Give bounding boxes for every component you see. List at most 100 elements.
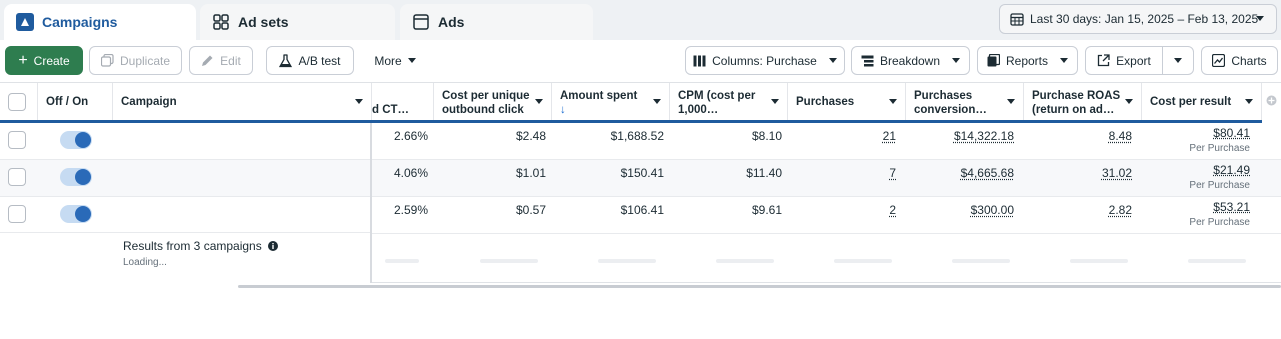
results-summary: Results from 3 campaigns: [123, 239, 279, 253]
roas-cell[interactable]: 8.48: [1024, 123, 1132, 160]
table-row-frozen[interactable]: [0, 160, 370, 197]
toggle-knob: [75, 132, 91, 148]
chevron-down-icon: [1060, 58, 1069, 63]
header-ctr-label: d CT…: [372, 104, 410, 116]
loading-skeleton: [385, 259, 419, 263]
loading-skeleton: [1188, 259, 1246, 263]
cost-per-result-value[interactable]: $80.41: [1142, 126, 1250, 140]
more-button[interactable]: More: [362, 46, 428, 75]
chevron-down-icon: [1256, 16, 1264, 21]
sort-descending-icon: ↓: [560, 104, 566, 116]
header-purchases-label: Purchases: [796, 96, 855, 108]
purchases-cell[interactable]: 21: [788, 123, 896, 160]
header-campaign-label: Campaign: [121, 96, 177, 108]
chevron-down-icon: [355, 99, 363, 104]
columns-button[interactable]: Columns: Purchase: [685, 46, 845, 75]
loading-skeleton: [834, 259, 892, 263]
loading-skeleton: [716, 259, 774, 263]
tab-ad-sets[interactable]: Ad sets: [200, 4, 395, 40]
tab-campaigns[interactable]: Campaigns: [4, 4, 196, 40]
horizontal-scrollbar[interactable]: [238, 285, 1281, 288]
export-label: Export: [1116, 53, 1151, 68]
row-checkbox[interactable]: [8, 205, 26, 223]
conversion-value-cell[interactable]: $4,665.68: [906, 160, 1014, 197]
export-button[interactable]: Export: [1085, 46, 1163, 75]
cost-per-result-cell: $80.41 Per Purchase: [1142, 123, 1250, 160]
header-conv-line1: Purchases: [914, 90, 973, 102]
header-roas-line2: (return on ad…: [1032, 104, 1115, 116]
amount-spent-cell: $106.41: [620, 203, 664, 217]
cost-unique-cell: $1.01: [515, 166, 546, 180]
header-purchases-conversion-value[interactable]: Purchases conversion…: [906, 83, 1024, 121]
edit-button[interactable]: Edit: [189, 46, 253, 75]
ad-icon: [412, 13, 430, 31]
plus-circle-icon: [1266, 95, 1277, 106]
purchases-cell[interactable]: 2: [788, 197, 896, 234]
header-ctr[interactable]: d CT…: [372, 83, 434, 121]
header-cost-unique-line1: Cost per unique: [442, 90, 530, 102]
header-purchase-roas[interactable]: Purchase ROAS (return on ad…: [1024, 83, 1142, 121]
header-amount-spent[interactable]: Amount spent ↓: [552, 83, 670, 121]
ab-test-label: A/B test: [298, 53, 341, 68]
select-all-checkbox[interactable]: [8, 93, 26, 111]
cost-per-result-cell: $21.49 Per Purchase: [1142, 160, 1250, 197]
header-cost-per-result[interactable]: Cost per result: [1142, 83, 1262, 121]
header-cpm[interactable]: CPM (cost per 1,000…: [670, 83, 788, 121]
chevron-down-icon: [889, 99, 897, 104]
campaign-toggle[interactable]: [60, 205, 92, 223]
flask-icon: [279, 53, 293, 67]
breakdown-button[interactable]: Breakdown: [851, 46, 970, 75]
amount-spent-cell: $150.41: [620, 166, 664, 180]
tab-ads[interactable]: Ads: [400, 4, 593, 40]
campaign-toggle[interactable]: [60, 131, 92, 149]
table-row-frozen[interactable]: [0, 123, 370, 160]
conversion-value-cell[interactable]: $300.00: [906, 197, 1014, 234]
info-icon[interactable]: [268, 241, 279, 251]
duplicate-button[interactable]: Duplicate: [89, 46, 182, 75]
row-checkbox[interactable]: [8, 131, 26, 149]
toolbar: + Create Duplicate Edit A/B test More Co…: [0, 40, 1281, 82]
ab-test-button[interactable]: A/B test: [266, 46, 354, 75]
reports-icon: [987, 54, 1000, 67]
add-column-button[interactable]: [1262, 83, 1281, 121]
reports-button[interactable]: Reports: [977, 46, 1078, 75]
loading-skeleton: [1070, 259, 1128, 263]
cpm-cell: $8.10: [751, 129, 782, 143]
tab-label: Ad sets: [238, 14, 289, 30]
amount-spent-cell: $1,688.52: [610, 129, 664, 143]
cost-per-result-sub: Per Purchase: [1189, 143, 1250, 154]
roas-cell[interactable]: 2.82: [1024, 197, 1132, 234]
ctr-cell: 2.59%: [393, 203, 428, 217]
chevron-down-icon: [1174, 58, 1182, 63]
grid-icon: [212, 13, 230, 31]
charts-button[interactable]: Charts: [1201, 46, 1278, 75]
chevron-down-icon: [1007, 99, 1015, 104]
chevron-down-icon: [1245, 99, 1253, 104]
breakdown-label: Breakdown: [879, 53, 941, 68]
chevron-down-icon: [1125, 99, 1133, 104]
cost-per-result-sub: Per Purchase: [1189, 180, 1250, 191]
cpm-cell: $9.61: [751, 203, 782, 217]
cost-per-result-value[interactable]: $21.49: [1142, 163, 1250, 177]
export-options-button[interactable]: [1162, 46, 1194, 75]
conversion-value-cell[interactable]: $14,322.18: [906, 123, 1014, 160]
header-cost-per-unique-click[interactable]: Cost per unique outbound click: [434, 83, 552, 121]
results-loading: Loading...: [123, 257, 167, 268]
campaign-toggle[interactable]: [60, 168, 92, 186]
header-cpm-line2: 1,000…: [678, 104, 719, 116]
header-conv-line2: conversion…: [914, 104, 987, 116]
tab-bar: Campaigns Ad sets Ads Last 30 days: Jan …: [0, 0, 1281, 40]
toggle-knob: [75, 169, 91, 185]
purchases-cell[interactable]: 7: [788, 160, 896, 197]
table-header: Off / On Campaign d CT… Cost per unique …: [0, 82, 1281, 121]
date-range-picker[interactable]: Last 30 days: Jan 15, 2025 – Feb 13, 202…: [999, 4, 1277, 34]
row-checkbox[interactable]: [8, 168, 26, 186]
cost-per-result-value[interactable]: $53.21: [1142, 200, 1250, 214]
header-off-on[interactable]: Off / On: [38, 83, 113, 121]
header-campaign[interactable]: Campaign: [113, 83, 372, 121]
header-purchases[interactable]: Purchases: [788, 83, 906, 121]
roas-cell[interactable]: 31.02: [1024, 160, 1132, 197]
table-row-frozen[interactable]: [0, 197, 370, 233]
create-button[interactable]: + Create: [5, 46, 83, 75]
columns-icon: [693, 55, 706, 66]
